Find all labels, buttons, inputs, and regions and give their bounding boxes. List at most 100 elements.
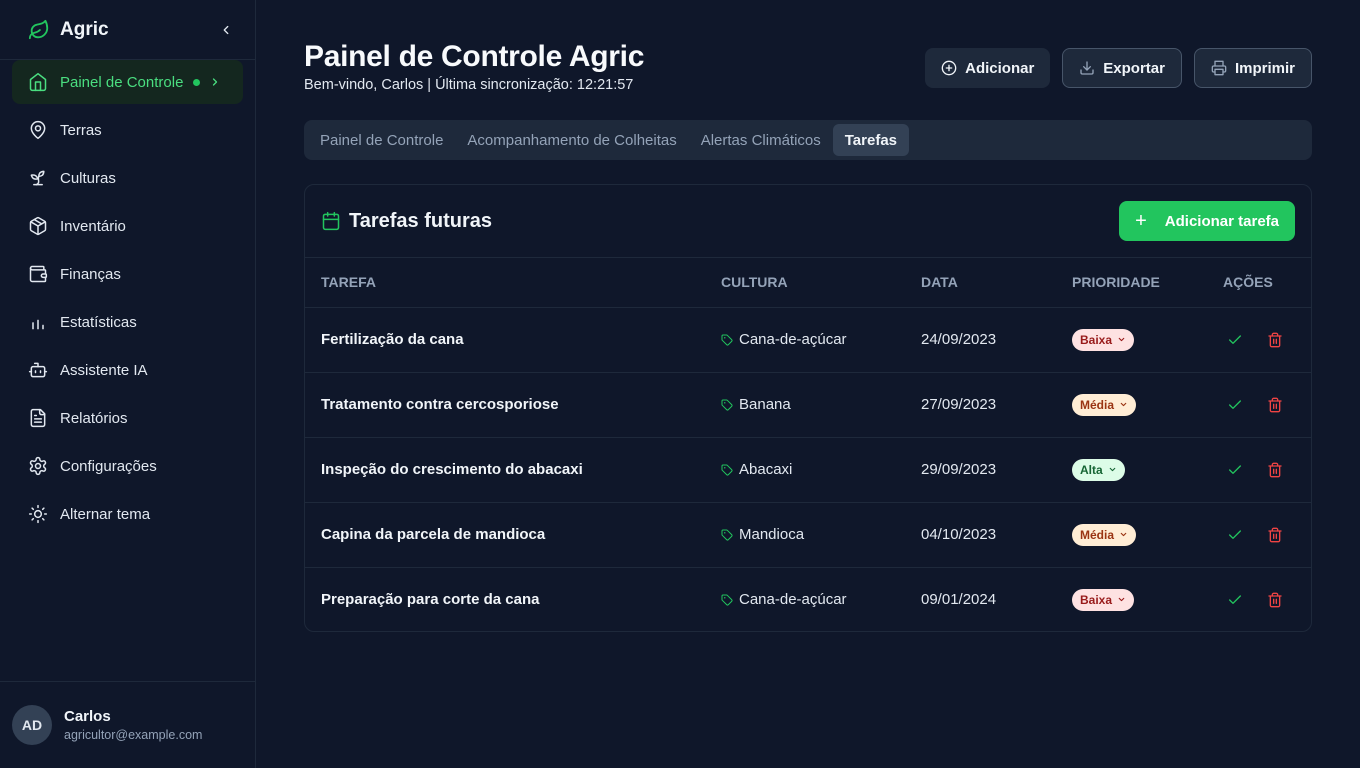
priority-label: Baixa	[1080, 332, 1113, 347]
task-priority-cell: Média	[1056, 502, 1207, 568]
column-header-prioridade: Prioridade	[1056, 258, 1207, 308]
add-task-button[interactable]: + Adicionar tarefa	[1119, 201, 1295, 241]
tab-painel-de-controle[interactable]: Painel de Controle	[308, 124, 455, 156]
main-content: Painel de Controle Agric Bem-vindo, Carl…	[256, 0, 1360, 768]
crop-label: Banana	[739, 396, 791, 413]
export-button-label: Exportar	[1103, 59, 1165, 77]
task-priority-cell: Baixa	[1056, 307, 1207, 373]
tag-icon	[721, 529, 733, 541]
task-actions-cell	[1207, 567, 1311, 632]
task-name: Fertilização da cana	[305, 307, 705, 373]
check-icon[interactable]	[1227, 592, 1243, 608]
tasks-card-header: Tarefas futuras + Adicionar tarefa	[305, 185, 1311, 258]
task-name: Capina da parcela de mandioca	[305, 502, 705, 568]
sidebar-item-label: Painel de Controle	[60, 73, 184, 91]
priority-select[interactable]: Alta	[1072, 458, 1125, 481]
sidebar-item-painel-de-controle[interactable]: Painel de Controle	[12, 60, 243, 104]
collapse-sidebar-icon[interactable]	[219, 23, 233, 37]
sidebar-item-label: Configurações	[60, 457, 157, 475]
user-profile[interactable]: AD Carlos agricultor@example.com	[0, 681, 255, 768]
print-button-label: Imprimir	[1234, 59, 1295, 77]
header-actions: Adicionar Exportar Imprimir	[925, 48, 1312, 88]
bot-icon	[28, 360, 48, 380]
trash-icon[interactable]	[1267, 592, 1283, 608]
page-title: Painel de Controle Agric	[304, 40, 645, 73]
sun-icon	[28, 504, 48, 524]
leaf-logo-icon	[28, 19, 50, 41]
tag-icon	[721, 334, 733, 346]
check-icon[interactable]	[1227, 527, 1243, 543]
sidebar-item-culturas[interactable]: Culturas	[12, 156, 243, 200]
trash-icon[interactable]	[1267, 397, 1283, 413]
page-subtitle: Bem-vindo, Carlos | Última sincronização…	[304, 77, 634, 93]
trash-icon[interactable]	[1267, 332, 1283, 348]
task-actions-cell	[1207, 437, 1311, 503]
chevron-down-icon	[1119, 530, 1128, 539]
tasks-card: Tarefas futuras + Adicionar tarefa Taref…	[304, 184, 1312, 632]
task-date: 27/09/2023	[905, 372, 1056, 438]
check-icon[interactable]	[1227, 397, 1243, 413]
task-crop: Banana	[705, 372, 905, 438]
table-row: Preparação para corte da cana Cana-de-aç…	[305, 567, 1311, 632]
sidebar-item-estatisticas[interactable]: Estatísticas	[12, 300, 243, 344]
package-icon	[28, 216, 48, 236]
task-date: 24/09/2023	[905, 307, 1056, 373]
chevron-down-icon	[1117, 335, 1126, 344]
crop-label: Abacaxi	[739, 461, 793, 478]
sidebar-item-financas[interactable]: Finanças	[12, 252, 243, 296]
add-button[interactable]: Adicionar	[925, 48, 1051, 88]
brand-header: Agric	[0, 0, 255, 60]
task-actions-cell	[1207, 502, 1311, 568]
priority-label: Baixa	[1080, 592, 1113, 607]
sidebar-item-assistente-ia[interactable]: Assistente IA	[12, 348, 243, 392]
priority-select[interactable]: Baixa	[1072, 328, 1135, 351]
task-crop: Cana-de-açúcar	[705, 567, 905, 632]
task-name: Inspeção do crescimento do abacaxi	[305, 437, 705, 503]
sidebar-item-alternar-tema[interactable]: Alternar tema	[12, 492, 243, 536]
priority-select[interactable]: Média	[1072, 393, 1137, 416]
sidebar-item-configuracoes[interactable]: Configurações	[12, 444, 243, 488]
tasks-card-title: Tarefas futuras	[349, 209, 493, 232]
tag-icon	[721, 399, 733, 411]
task-priority-cell: Média	[1056, 372, 1207, 438]
trash-icon[interactable]	[1267, 462, 1283, 478]
bar-chart-icon	[28, 312, 48, 332]
tab-alertas-climaticos[interactable]: Alertas Climáticos	[689, 124, 833, 156]
export-button[interactable]: Exportar	[1062, 48, 1182, 88]
table-row: Tratamento contra cercosporiose Banana 2…	[305, 372, 1311, 438]
trash-icon[interactable]	[1267, 527, 1283, 543]
check-icon[interactable]	[1227, 332, 1243, 348]
chevron-down-icon	[1119, 400, 1128, 409]
sidebar: Agric Painel de Controle Terras Culturas…	[0, 0, 256, 768]
table-row: Capina da parcela de mandioca Mandioca 0…	[305, 502, 1311, 568]
print-button[interactable]: Imprimir	[1193, 48, 1312, 88]
sidebar-item-inventario[interactable]: Inventário	[12, 204, 243, 248]
task-actions-cell	[1207, 372, 1311, 438]
avatar: AD	[12, 705, 52, 745]
tab-tarefas[interactable]: Tarefas	[832, 124, 910, 156]
column-header-acoes: Ações	[1207, 258, 1311, 308]
sidebar-item-relatorios[interactable]: Relatórios	[12, 396, 243, 440]
priority-label: Média	[1080, 527, 1115, 542]
crop-label: Cana-de-açúcar	[739, 331, 847, 348]
task-priority-cell: Baixa	[1056, 567, 1207, 632]
tag-icon	[721, 464, 733, 476]
sidebar-item-label: Assistente IA	[60, 361, 148, 379]
chevron-down-icon	[1117, 595, 1126, 604]
priority-select[interactable]: Baixa	[1072, 588, 1135, 611]
tab-acompanhamento-de-colheitas[interactable]: Acompanhamento de Colheitas	[455, 124, 688, 156]
sidebar-item-label: Terras	[60, 121, 102, 139]
wallet-icon	[28, 264, 48, 284]
sidebar-item-terras[interactable]: Terras	[12, 108, 243, 152]
user-email: agricultor@example.com	[64, 728, 203, 742]
home-icon	[28, 72, 48, 92]
tasks-table: Tarefa Cultura Data Prioridade Ações Fer…	[305, 258, 1311, 632]
calendar-icon	[321, 211, 341, 231]
tag-icon	[721, 594, 733, 606]
priority-select[interactable]: Média	[1072, 523, 1137, 546]
task-date: 09/01/2024	[921, 591, 997, 609]
settings-icon	[28, 456, 48, 476]
plus-icon: +	[1135, 210, 1147, 232]
check-icon[interactable]	[1227, 462, 1243, 478]
column-header-cultura: Cultura	[705, 258, 905, 308]
